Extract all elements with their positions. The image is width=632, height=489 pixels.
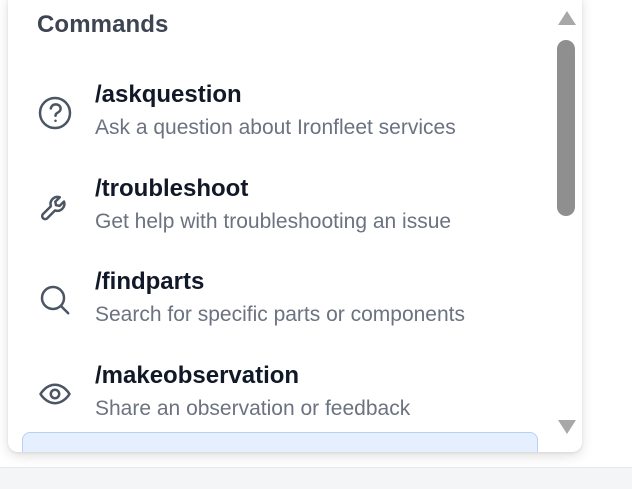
command-name: /troubleshoot (95, 175, 249, 202)
command-item-findparts[interactable]: /findparts Search for specific parts or … (8, 258, 553, 346)
command-description: Ask a question about Ironfleet services (95, 116, 456, 139)
page-background-strip (0, 467, 632, 489)
command-description: Search for specific parts or components (95, 303, 466, 326)
wrench-icon (37, 189, 73, 225)
selected-command-item[interactable] (22, 432, 538, 452)
commands-popup: Commands /askquestion Ask a question abo… (8, 0, 582, 452)
command-list: /askquestion Ask a question about Ironfl… (8, 0, 553, 452)
screen: Commands /askquestion Ask a question abo… (0, 0, 632, 489)
eye-icon (37, 376, 73, 412)
command-item-troubleshoot[interactable]: /troubleshoot Get help with troubleshoot… (8, 165, 553, 253)
command-item-askquestion[interactable]: /askquestion Ask a question about Ironfl… (8, 71, 553, 159)
command-name: /findparts (95, 268, 205, 295)
scrollbar-thumb[interactable] (557, 40, 575, 216)
command-description: Share an observation or feedback (95, 397, 411, 420)
command-list-scrollbar[interactable] (555, 0, 579, 444)
scroll-up-arrow-icon[interactable] (558, 11, 576, 25)
command-name: /askquestion (95, 81, 242, 108)
search-icon (37, 282, 73, 318)
command-description: Get help with troubleshooting an issue (95, 210, 452, 233)
command-item-makeobservation[interactable]: /makeobservation Share an observation or… (8, 352, 553, 440)
question-circle-icon (37, 95, 73, 131)
command-name: /makeobservation (95, 362, 300, 389)
scroll-down-arrow-icon[interactable] (558, 420, 576, 434)
